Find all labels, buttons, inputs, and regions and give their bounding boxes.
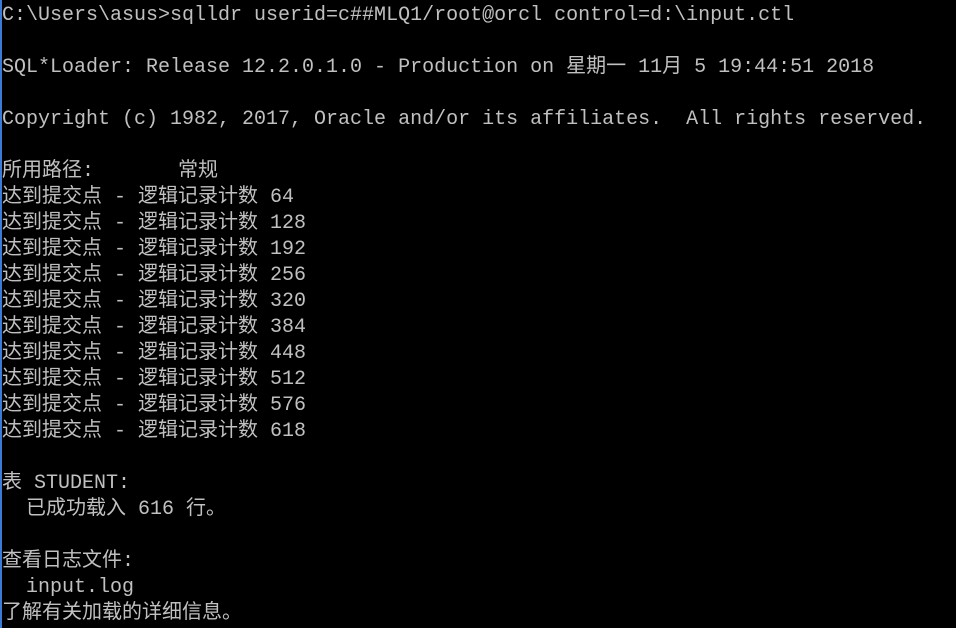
console-line: 达到提交点 - 逻辑记录计数 512: [2, 368, 307, 391]
console-line: 所用路径: 常规: [2, 160, 219, 183]
console-line: Copyright (c) 1982, 2017, Oracle and/or …: [2, 108, 927, 131]
console-line: 达到提交点 - 逻辑记录计数 576: [2, 394, 307, 417]
console-line: 表 STUDENT:: [2, 472, 131, 495]
console-line: 达到提交点 - 逻辑记录计数 618: [2, 420, 307, 443]
console-line: 达到提交点 - 逻辑记录计数 64: [2, 186, 295, 209]
console-line: input.log: [2, 576, 135, 599]
console-line: 达到提交点 - 逻辑记录计数 192: [2, 238, 307, 261]
console-line: 已成功载入 616 行。: [2, 498, 227, 521]
console-line: SQL*Loader: Release 12.2.0.1.0 - Product…: [2, 56, 875, 79]
console-line: C:\Users\asus>sqlldr userid=c##MLQ1/root…: [2, 4, 795, 27]
console-output[interactable]: C:\Users\asus>sqlldr userid=c##MLQ1/root…: [2, 3, 956, 628]
console-line: 查看日志文件:: [2, 550, 135, 573]
console-line: 了解有关加载的详细信息。: [2, 602, 242, 625]
console-line: 达到提交点 - 逻辑记录计数 320: [2, 290, 307, 313]
console-line: 达到提交点 - 逻辑记录计数 256: [2, 264, 307, 287]
console-line: 达到提交点 - 逻辑记录计数 384: [2, 316, 307, 339]
console-line: 达到提交点 - 逻辑记录计数 128: [2, 212, 307, 235]
console-line: 达到提交点 - 逻辑记录计数 448: [2, 342, 307, 365]
